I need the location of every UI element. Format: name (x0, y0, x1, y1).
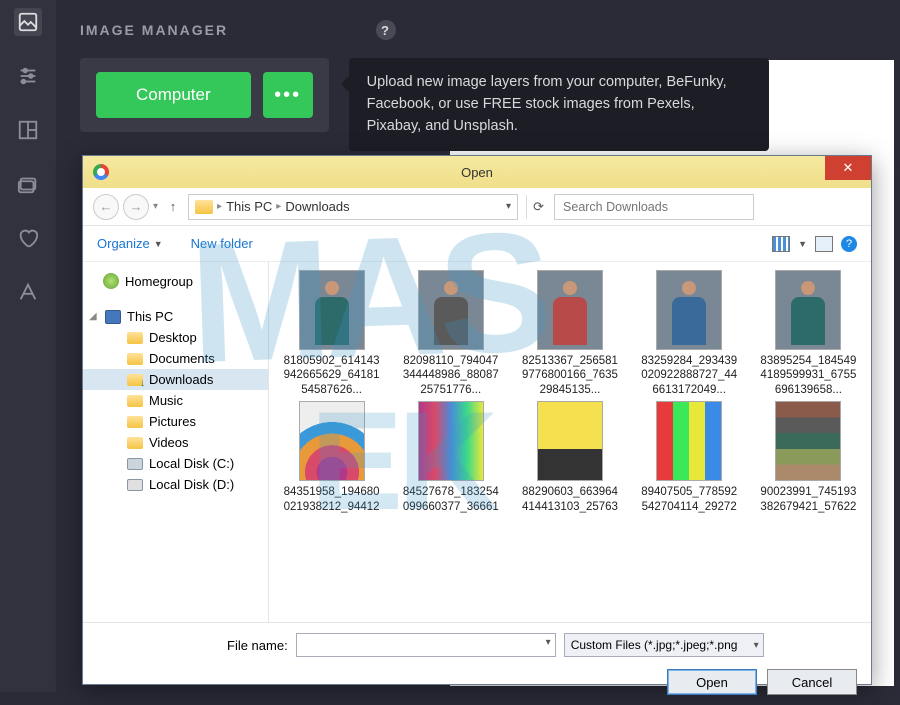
breadcrumb-dropdown[interactable]: ▾ (506, 201, 511, 212)
file-thumbnail (775, 401, 841, 481)
tree-item-localdiskc[interactable]: Local Disk (C:) (83, 453, 268, 474)
folder-icon (127, 416, 143, 428)
folder-icon (127, 332, 143, 344)
tree-item-downloads[interactable]: Downloads (83, 369, 268, 390)
file-name: 90023991_745193382679421_57622 (758, 485, 858, 514)
file-item[interactable]: 81805902_614143942665629_6418154587626..… (275, 270, 388, 397)
folder-icon (127, 374, 143, 386)
homegroup-icon (103, 273, 119, 289)
nav-up-button[interactable]: ↑ (162, 196, 184, 218)
file-name: 83259284_293439020922888727_446613172049… (639, 354, 739, 397)
chevron-icon: ▸ (217, 201, 222, 212)
left-rail (0, 0, 56, 692)
help-icon[interactable]: ? (376, 20, 396, 40)
close-button[interactable]: ✕ (825, 156, 871, 180)
file-name: 81805902_614143942665629_6418154587626..… (282, 354, 382, 397)
file-item[interactable]: 88290603_663964414413103_25763 (513, 401, 626, 514)
chrome-icon (93, 164, 109, 180)
rail-layout-icon[interactable] (14, 116, 42, 144)
refresh-button[interactable]: ⟳ (526, 195, 550, 219)
tree-thispc[interactable]: ◢This PC (83, 306, 268, 327)
expand-icon[interactable]: ◢ (89, 311, 99, 322)
file-name: 82098110_794047344448986_8808725751776..… (401, 354, 501, 397)
disk-icon (127, 458, 143, 470)
panel-title: IMAGE MANAGER (80, 22, 228, 38)
chevron-icon: ▸ (276, 201, 281, 212)
breadcrumb-current[interactable]: Downloads (285, 199, 349, 214)
file-item[interactable]: 84527678_183254099660377_36661 (394, 401, 507, 514)
view-thumbnails-icon[interactable] (772, 236, 790, 252)
upload-button-group: Computer ••• (80, 58, 329, 132)
dialog-help-icon[interactable]: ? (841, 236, 857, 252)
filename-label: File name: (227, 638, 288, 653)
file-thumbnail (656, 270, 722, 350)
file-thumbnail (299, 401, 365, 481)
search-input[interactable] (554, 194, 754, 220)
file-name: 82513367_256581977680016​6_763529845135.… (520, 354, 620, 397)
tree-homegroup[interactable]: Homegroup (83, 270, 268, 292)
nav-back-button[interactable]: ← (93, 194, 119, 220)
rail-element-icon[interactable] (14, 170, 42, 198)
file-item[interactable]: 90023991_745193382679421_57622 (752, 401, 865, 514)
file-thumbnail (775, 270, 841, 350)
nav-forward-button[interactable]: → (123, 194, 149, 220)
new-folder-button[interactable]: New folder (191, 236, 253, 251)
open-button[interactable]: Open (667, 669, 757, 695)
tooltip-text: Upload new image layers from your comput… (349, 58, 769, 151)
cancel-button[interactable]: Cancel (767, 669, 857, 695)
file-thumbnail (418, 270, 484, 350)
file-name: 88290603_663964414413103_25763 (520, 485, 620, 514)
dialog-toolbar: Organize ▼ New folder ▼ ? (83, 226, 871, 262)
tree-item-desktop[interactable]: Desktop (83, 327, 268, 348)
file-item[interactable]: 89407505_778592542704114_29272 (633, 401, 746, 514)
pc-icon (105, 310, 121, 324)
file-name: 84527678_183254099660377_36661 (401, 485, 501, 514)
folder-icon (127, 395, 143, 407)
tree-item-videos[interactable]: Videos (83, 432, 268, 453)
computer-button[interactable]: Computer (96, 72, 251, 118)
dialog-footer: File name: Custom Files (*.jpg;*.jpeg;*.… (83, 622, 871, 705)
file-thumbnail (418, 401, 484, 481)
file-thumbnail (537, 401, 603, 481)
dialog-nav: ← → ▾ ↑ ▸ This PC ▸ Downloads ▾ ⟳ (83, 188, 871, 226)
file-item[interactable]: 83259284_293439020922888727_446613172049… (633, 270, 746, 397)
rail-image-icon[interactable] (14, 8, 42, 36)
file-name: 83895254_184549418959993​1_6755696139658… (758, 354, 858, 397)
dialog-title: Open (461, 165, 493, 180)
folder-icon (195, 200, 213, 214)
file-item[interactable]: 82098110_794047344448986_8808725751776..… (394, 270, 507, 397)
folder-tree: Homegroup ◢This PC DesktopDocumentsDownl… (83, 262, 269, 622)
dialog-titlebar: Open ✕ (83, 156, 871, 188)
filename-input[interactable] (296, 633, 556, 657)
tree-item-documents[interactable]: Documents (83, 348, 268, 369)
rail-heart-icon[interactable] (14, 224, 42, 252)
rail-adjust-icon[interactable] (14, 62, 42, 90)
view-preview-icon[interactable] (815, 236, 833, 252)
organize-menu[interactable]: Organize ▼ (97, 236, 163, 251)
file-item[interactable]: 84351958_194680021938212_94412 (275, 401, 388, 514)
files-grid: 81805902_614143942665629_6418154587626..… (269, 262, 871, 622)
file-name: 89407505_778592542704114_29272 (639, 485, 739, 514)
filetype-select[interactable]: Custom Files (*.jpg;*.jpeg;*.png (564, 633, 764, 657)
breadcrumb-root[interactable]: This PC (226, 199, 272, 214)
image-manager-panel: IMAGE MANAGER ? Computer ••• Upload new … (56, 0, 900, 150)
file-item[interactable]: 82513367_256581977680016​6_763529845135.… (513, 270, 626, 397)
tree-item-localdiskd[interactable]: Local Disk (D:) (83, 474, 268, 495)
file-open-dialog: Open ✕ ← → ▾ ↑ ▸ This PC ▸ Downloads ▾ ⟳… (82, 155, 872, 685)
tree-item-pictures[interactable]: Pictures (83, 411, 268, 432)
file-thumbnail (299, 270, 365, 350)
rail-text-icon[interactable] (14, 278, 42, 306)
tree-item-music[interactable]: Music (83, 390, 268, 411)
folder-icon (127, 437, 143, 449)
file-thumbnail (537, 270, 603, 350)
file-item[interactable]: 83895254_184549418959993​1_6755696139658… (752, 270, 865, 397)
breadcrumb[interactable]: ▸ This PC ▸ Downloads ▾ (188, 194, 518, 220)
file-thumbnail (656, 401, 722, 481)
file-name: 84351958_194680021938212_94412 (282, 485, 382, 514)
more-sources-button[interactable]: ••• (263, 72, 313, 118)
disk-icon (127, 479, 143, 491)
folder-icon (127, 353, 143, 365)
